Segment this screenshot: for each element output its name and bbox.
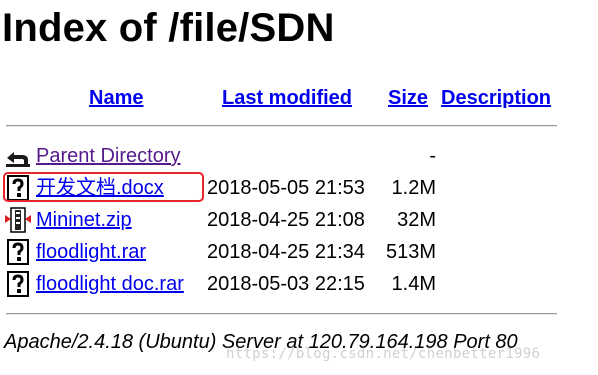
footer-divider (6, 313, 557, 315)
unknown-file-icon (5, 239, 31, 265)
file-size: 32M (397, 209, 436, 231)
file-link[interactable]: floodlight.rar (36, 240, 146, 264)
file-row: floodlight.rar 2018-04-25 21:34 513M (0, 237, 598, 267)
watermark-text: https://blog.csdn.net/chenbetter1996 (226, 346, 541, 362)
file-size: 1.4M (391, 273, 436, 295)
file-date: 2018-05-03 22:15 (207, 273, 365, 295)
compressed-file-icon (5, 207, 31, 233)
file-size: - (429, 145, 436, 167)
unknown-file-icon (5, 271, 31, 297)
file-link[interactable]: floodlight doc.rar (36, 272, 184, 296)
back-arrow-icon (5, 143, 31, 169)
parent-directory-row: Parent Directory - (0, 141, 598, 171)
file-row: floodlight doc.rar 2018-05-03 22:15 1.4M (0, 269, 598, 299)
sort-by-last-modified-link[interactable]: Last modified (222, 86, 352, 110)
header-divider (6, 125, 557, 127)
file-row: Mininet.zip 2018-04-25 21:08 32M (0, 205, 598, 235)
file-size: 1.2M (391, 177, 436, 199)
parent-directory-link[interactable]: Parent Directory (36, 144, 181, 168)
sort-by-description-link[interactable]: Description (441, 86, 551, 110)
page-title: Index of /file/SDN (2, 6, 335, 50)
file-link[interactable]: Mininet.zip (36, 208, 132, 232)
file-date: 2018-04-25 21:34 (207, 241, 365, 263)
file-size: 513M (385, 241, 436, 263)
sort-by-name-link[interactable]: Name (89, 86, 143, 110)
sort-by-size-link[interactable]: Size (388, 86, 428, 110)
file-date: 2018-04-25 21:08 (207, 209, 365, 231)
file-date: 2018-05-05 21:53 (207, 177, 365, 199)
highlight-annotation-box (3, 172, 204, 202)
